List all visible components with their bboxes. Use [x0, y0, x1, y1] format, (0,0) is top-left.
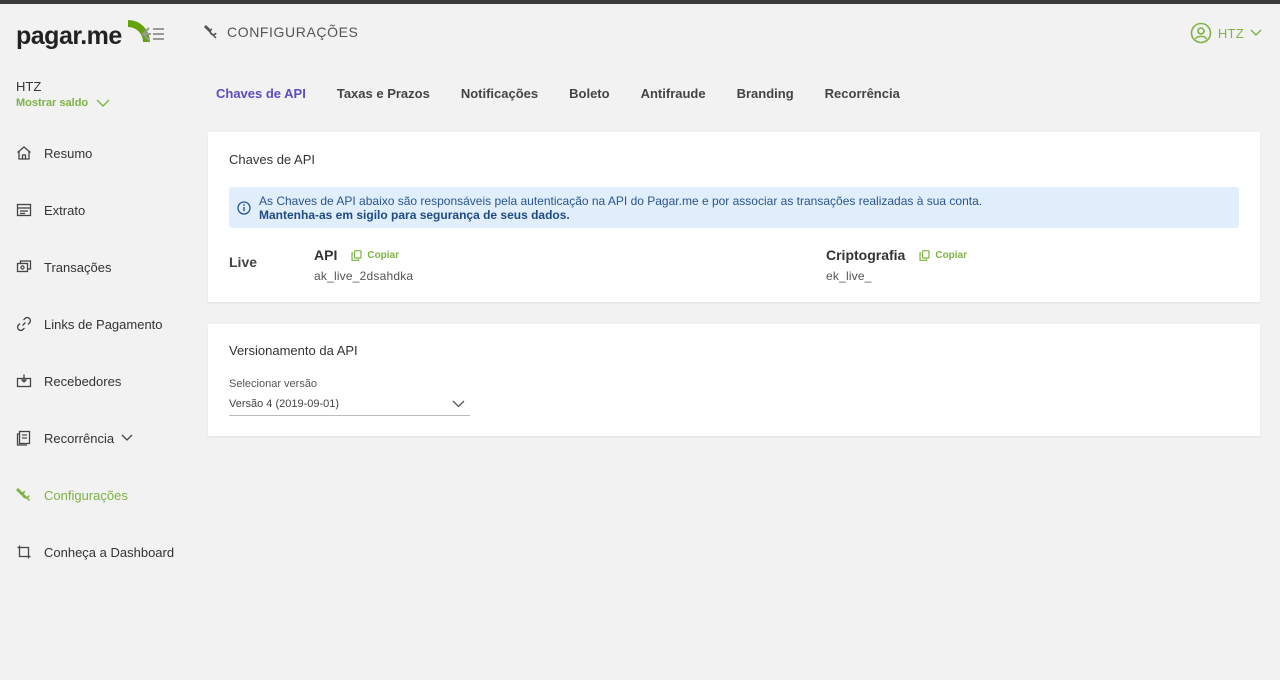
version-select-label: Selecionar versão [229, 378, 318, 390]
user-avatar-icon [1190, 22, 1212, 44]
sidebar-item-conheca-a-dashboard[interactable]: Conheça a Dashboard [16, 523, 196, 581]
show-balance-label: Mostrar saldo [16, 97, 89, 109]
tab-boleto[interactable]: Boleto [569, 86, 609, 101]
copy-icon [351, 249, 362, 261]
transactions-icon [16, 260, 32, 273]
sidebar-item-resumo[interactable]: Resumo [16, 124, 196, 182]
api-versioning-title: Versionamento da API [229, 343, 358, 358]
copy-api-key-button[interactable]: Copiar [351, 250, 399, 261]
info-icon [237, 201, 251, 215]
settings-icon [16, 487, 31, 502]
sidebar-item-recebedores[interactable]: Recebedores [16, 352, 196, 410]
copy-icon [919, 249, 930, 261]
sidebar-item-transacoes[interactable]: Transações [16, 238, 196, 296]
user-name: HTZ [1217, 25, 1244, 41]
page-header: CONFIGURAÇÕES [203, 24, 358, 40]
chevron-down-icon [96, 99, 110, 107]
account-summary: HTZ Mostrar saldo [16, 79, 110, 109]
tab-taxas-e-prazos[interactable]: Taxas e Prazos [337, 86, 430, 101]
api-key-block: API Copiar ak_live_2dsahdka [314, 247, 413, 283]
tab-antifraude[interactable]: Antifraude [641, 86, 706, 101]
window-top-border [0, 0, 1280, 4]
show-balance-toggle[interactable]: Mostrar saldo [16, 97, 110, 109]
tab-branding[interactable]: Branding [737, 86, 794, 101]
environment-label: Live [229, 254, 258, 270]
api-key-label: API [314, 247, 338, 263]
tab-chaves-de-api[interactable]: Chaves de API [216, 86, 306, 101]
settings-tabs: Chaves de API Taxas e Prazos Notificaçõe… [216, 86, 931, 101]
crypto-key-label: Criptografia [826, 247, 906, 263]
collapse-sidebar-icon[interactable] [142, 25, 166, 43]
chevron-down-icon [452, 400, 465, 407]
tour-icon [17, 545, 31, 559]
sidebar-item-recorrencia[interactable]: Recorrência [16, 409, 196, 467]
api-key-value: ak_live_2dsahdka [314, 269, 414, 283]
pagarme-logo[interactable]: pagar.me [16, 18, 150, 50]
api-keys-card: Chaves de API As Chaves de API abaixo sã… [208, 132, 1260, 302]
crypto-key-block: Criptografia Copiar ek_live_ [826, 247, 967, 283]
tab-notificacoes[interactable]: Notificações [461, 86, 538, 101]
logo-text: pagar.me [16, 22, 122, 50]
link-icon [16, 316, 32, 332]
info-warning: Mantenha-as em sigilo para segurança de … [259, 208, 570, 222]
page-title: CONFIGURAÇÕES [227, 24, 359, 40]
wrench-icon [203, 24, 217, 39]
sidebar-item-configuracoes[interactable]: Configurações [16, 466, 196, 524]
api-keys-info-text: As Chaves de API abaixo são responsáveis… [259, 194, 982, 222]
tab-recorrencia[interactable]: Recorrência [825, 86, 900, 101]
copy-crypto-key-button[interactable]: Copiar [919, 250, 967, 261]
recurrence-icon [16, 430, 31, 446]
home-icon [17, 146, 31, 160]
statement-icon [16, 203, 32, 217]
sidebar-item-links-de-pagamento[interactable]: Links de Pagamento [16, 295, 196, 353]
account-name: HTZ [16, 79, 42, 94]
version-select-value: Versão 4 (2019-09-01) [229, 397, 340, 410]
crypto-key-value: ek_live_ [826, 269, 872, 283]
sidebar-item-extrato[interactable]: Extrato [16, 181, 196, 239]
version-select[interactable]: Versão 4 (2019-09-01) [229, 392, 470, 416]
user-menu[interactable]: HTZ [1190, 22, 1262, 44]
api-versioning-card: Versionamento da API Selecionar versão V… [208, 324, 1260, 436]
chevron-down-icon [121, 434, 133, 441]
receivers-icon [16, 374, 32, 388]
chevron-down-icon [1250, 29, 1262, 36]
api-keys-title: Chaves de API [229, 152, 315, 167]
api-keys-info-box: As Chaves de API abaixo são responsáveis… [229, 187, 1239, 228]
info-message: As Chaves de API abaixo são responsáveis… [259, 194, 983, 208]
